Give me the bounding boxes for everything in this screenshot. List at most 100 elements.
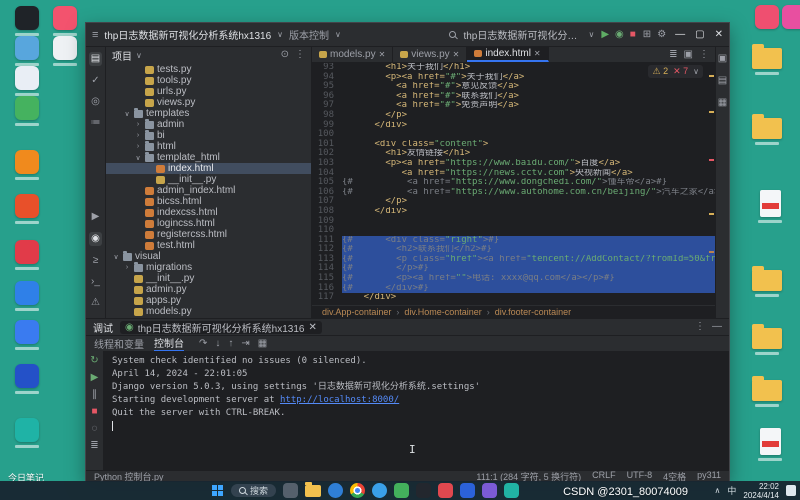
wechat-icon[interactable] [10,96,44,126]
chevron-icon[interactable]: ∨ [112,253,120,261]
code-line[interactable]: 116{# </div>#} [312,284,715,294]
editor-options-icon[interactable]: ⋮ [699,49,709,61]
chevron-icon[interactable]: › [123,264,131,271]
tree-item-test.html[interactable]: test.html [106,240,311,251]
debug-tab-控制台[interactable]: 控制台 [154,336,184,352]
debug-tab-线程和变量[interactable]: 线程和变量 [94,336,144,352]
step-into-icon[interactable]: ↓ [215,338,220,350]
indigo-app-icon[interactable] [10,364,44,394]
tree-item-templates[interactable]: ∨templates [106,108,311,119]
tree-item-bi[interactable]: ›bi [106,130,311,141]
file-explorer-icon[interactable] [305,485,321,497]
code-line[interactable]: 102 <h1>友情链接</h1> [312,149,715,159]
stop-button[interactable]: ■ [630,29,636,41]
code-line[interactable]: 110 [312,226,715,236]
close-button[interactable]: ✕ [715,29,723,40]
step-out-icon[interactable]: ↑ [228,338,233,350]
pause-button[interactable]: ∥ [92,389,97,401]
close-icon[interactable]: ✕ [308,322,316,333]
tree-item-registercss.html[interactable]: registercss.html [106,229,311,240]
code-line[interactable]: 101 <div class="content"> [312,140,715,150]
code-line[interactable]: 111{# <div class="right">#} [312,236,715,246]
red-app-icon[interactable] [10,240,44,270]
run-to-cursor-icon[interactable]: ⇥ [241,338,249,350]
code-line[interactable]: 105{# <a href="https://www.dongchedi.com… [312,178,715,188]
code-line[interactable]: 100 [312,130,715,140]
commit-tool-icon[interactable]: ✓ [91,75,99,87]
code-line[interactable]: 104 <a href="https://news.cctv.com">央视新闻… [312,169,715,179]
folder-icon[interactable] [750,118,784,145]
store-icon[interactable] [372,483,387,498]
code-line[interactable]: 97 <a href="#">免责声明</a> [312,101,715,111]
pdf-doc-icon[interactable] [753,428,787,461]
close-icon[interactable]: ✕ [379,50,386,59]
recycle-bin-icon[interactable] [10,36,44,66]
qq-icon[interactable] [416,483,431,498]
tree-item-tools.py[interactable]: tools.py [106,75,311,86]
error-stripe[interactable] [708,63,715,305]
wechat-icon[interactable] [394,483,409,498]
notifications-icon[interactable]: ▣ [718,53,727,65]
tree-item-admin.py[interactable]: admin.py [106,284,311,295]
project-name[interactable]: thp日志数据新可视化分析系统hx1316 [104,27,271,42]
maximize-button[interactable]: ▢ [695,29,704,40]
chevron-icon[interactable]: › [134,121,142,128]
select-opened-file-icon[interactable]: ⊙ [281,49,289,61]
qq-icon[interactable] [10,6,44,36]
chrome-icon[interactable] [350,483,365,498]
mute-breakpoints-icon[interactable]: ◌ [92,423,98,435]
chevron-icon[interactable]: › [134,143,142,150]
breadcrumb-item[interactable]: div.footer-container [495,307,571,317]
editor-layout-icon[interactable]: ▣ [684,49,693,61]
code-editor[interactable]: ⚠ 2 ✕ 7 ∨ 93 <h1>关于我们</h1>94 <p><a href=… [312,63,715,305]
run-tool-icon[interactable]: ▶ [92,211,100,223]
settings-gear-icon[interactable]: ⚙ [657,29,666,41]
tree-item-__init__.py[interactable]: __init__.py [106,174,311,185]
project-panel-header[interactable]: 项目 ∨ ⊙⋮ [106,47,311,63]
stop-button[interactable]: ■ [91,406,97,418]
dev-app-icon[interactable] [460,483,475,498]
tree-item-__init__.py[interactable]: __init__.py [106,273,311,284]
restore-layout-icon[interactable]: ≣ [90,440,98,452]
debug-session-tab[interactable]: ◉ thp日志数据新可视化分析系统hx1316 ✕ [120,321,322,334]
tree-item-admin_index.html[interactable]: admin_index.html [106,185,311,196]
tray-expand-icon[interactable]: ∧ [715,486,721,495]
split-editor-icon[interactable]: ≣ [669,49,677,61]
code-line[interactable]: 103 <p><a href="https://www.baidu.com/">… [312,159,715,169]
tree-item-logincss.html[interactable]: logincss.html [106,218,311,229]
inspections-widget[interactable]: ⚠ 2 ✕ 7 ∨ [648,65,703,78]
branch-tool-icon[interactable]: ◎ [91,96,100,108]
run-configuration[interactable]: thp日志数据新可视化分析系统hx1316 [463,27,581,42]
start-button[interactable] [212,485,224,497]
pdf-doc-icon[interactable] [753,190,787,223]
chevron-icon[interactable]: › [134,132,142,139]
database-tool-icon[interactable]: ▤ [718,75,727,87]
notepad-icon[interactable] [48,36,82,66]
code-line[interactable]: 96 <a href="#">联系我们</a> [312,92,715,102]
rerun-button[interactable]: ↻ [90,355,98,367]
code-line[interactable]: 108 </div> [312,207,715,217]
evaluate-expression-icon[interactable]: ▦ [258,338,267,350]
debug-button[interactable]: ◉ [615,29,624,41]
debug-console[interactable]: I System check identified no issues (0 s… [104,351,729,470]
more-tools-icon[interactable]: ⊞ [643,29,651,41]
redorange-app-icon[interactable] [10,194,44,224]
console-prompt-line[interactable] [112,420,721,433]
taskbar-clock[interactable]: 22:02 2024/4/14 [743,482,779,500]
tab-index.html[interactable]: index.html✕ [467,47,548,62]
debug-tool-icon[interactable]: ◉ [89,232,102,246]
main-menu-icon[interactable]: ≡ [92,29,98,41]
more-options-icon[interactable]: ⋮ [695,321,705,333]
minimize-button[interactable]: — [675,29,685,40]
project-tool-icon[interactable]: ▤ [89,52,102,66]
code-line[interactable]: 114{# </p>#} [312,264,715,274]
pink-app-icon[interactable] [48,6,82,36]
tree-item-models.py[interactable]: models.py [106,306,311,317]
code-line[interactable]: 113{# <p class="href"><a href="tencent:/… [312,255,715,265]
resume-button[interactable]: ▶ [91,372,99,384]
tree-item-bicss.html[interactable]: bicss.html [106,196,311,207]
music-app-icon[interactable] [438,483,453,498]
edge-icon[interactable] [328,483,343,498]
tree-item-index.html[interactable]: index.html [106,163,311,174]
folder-icon[interactable] [750,380,784,407]
